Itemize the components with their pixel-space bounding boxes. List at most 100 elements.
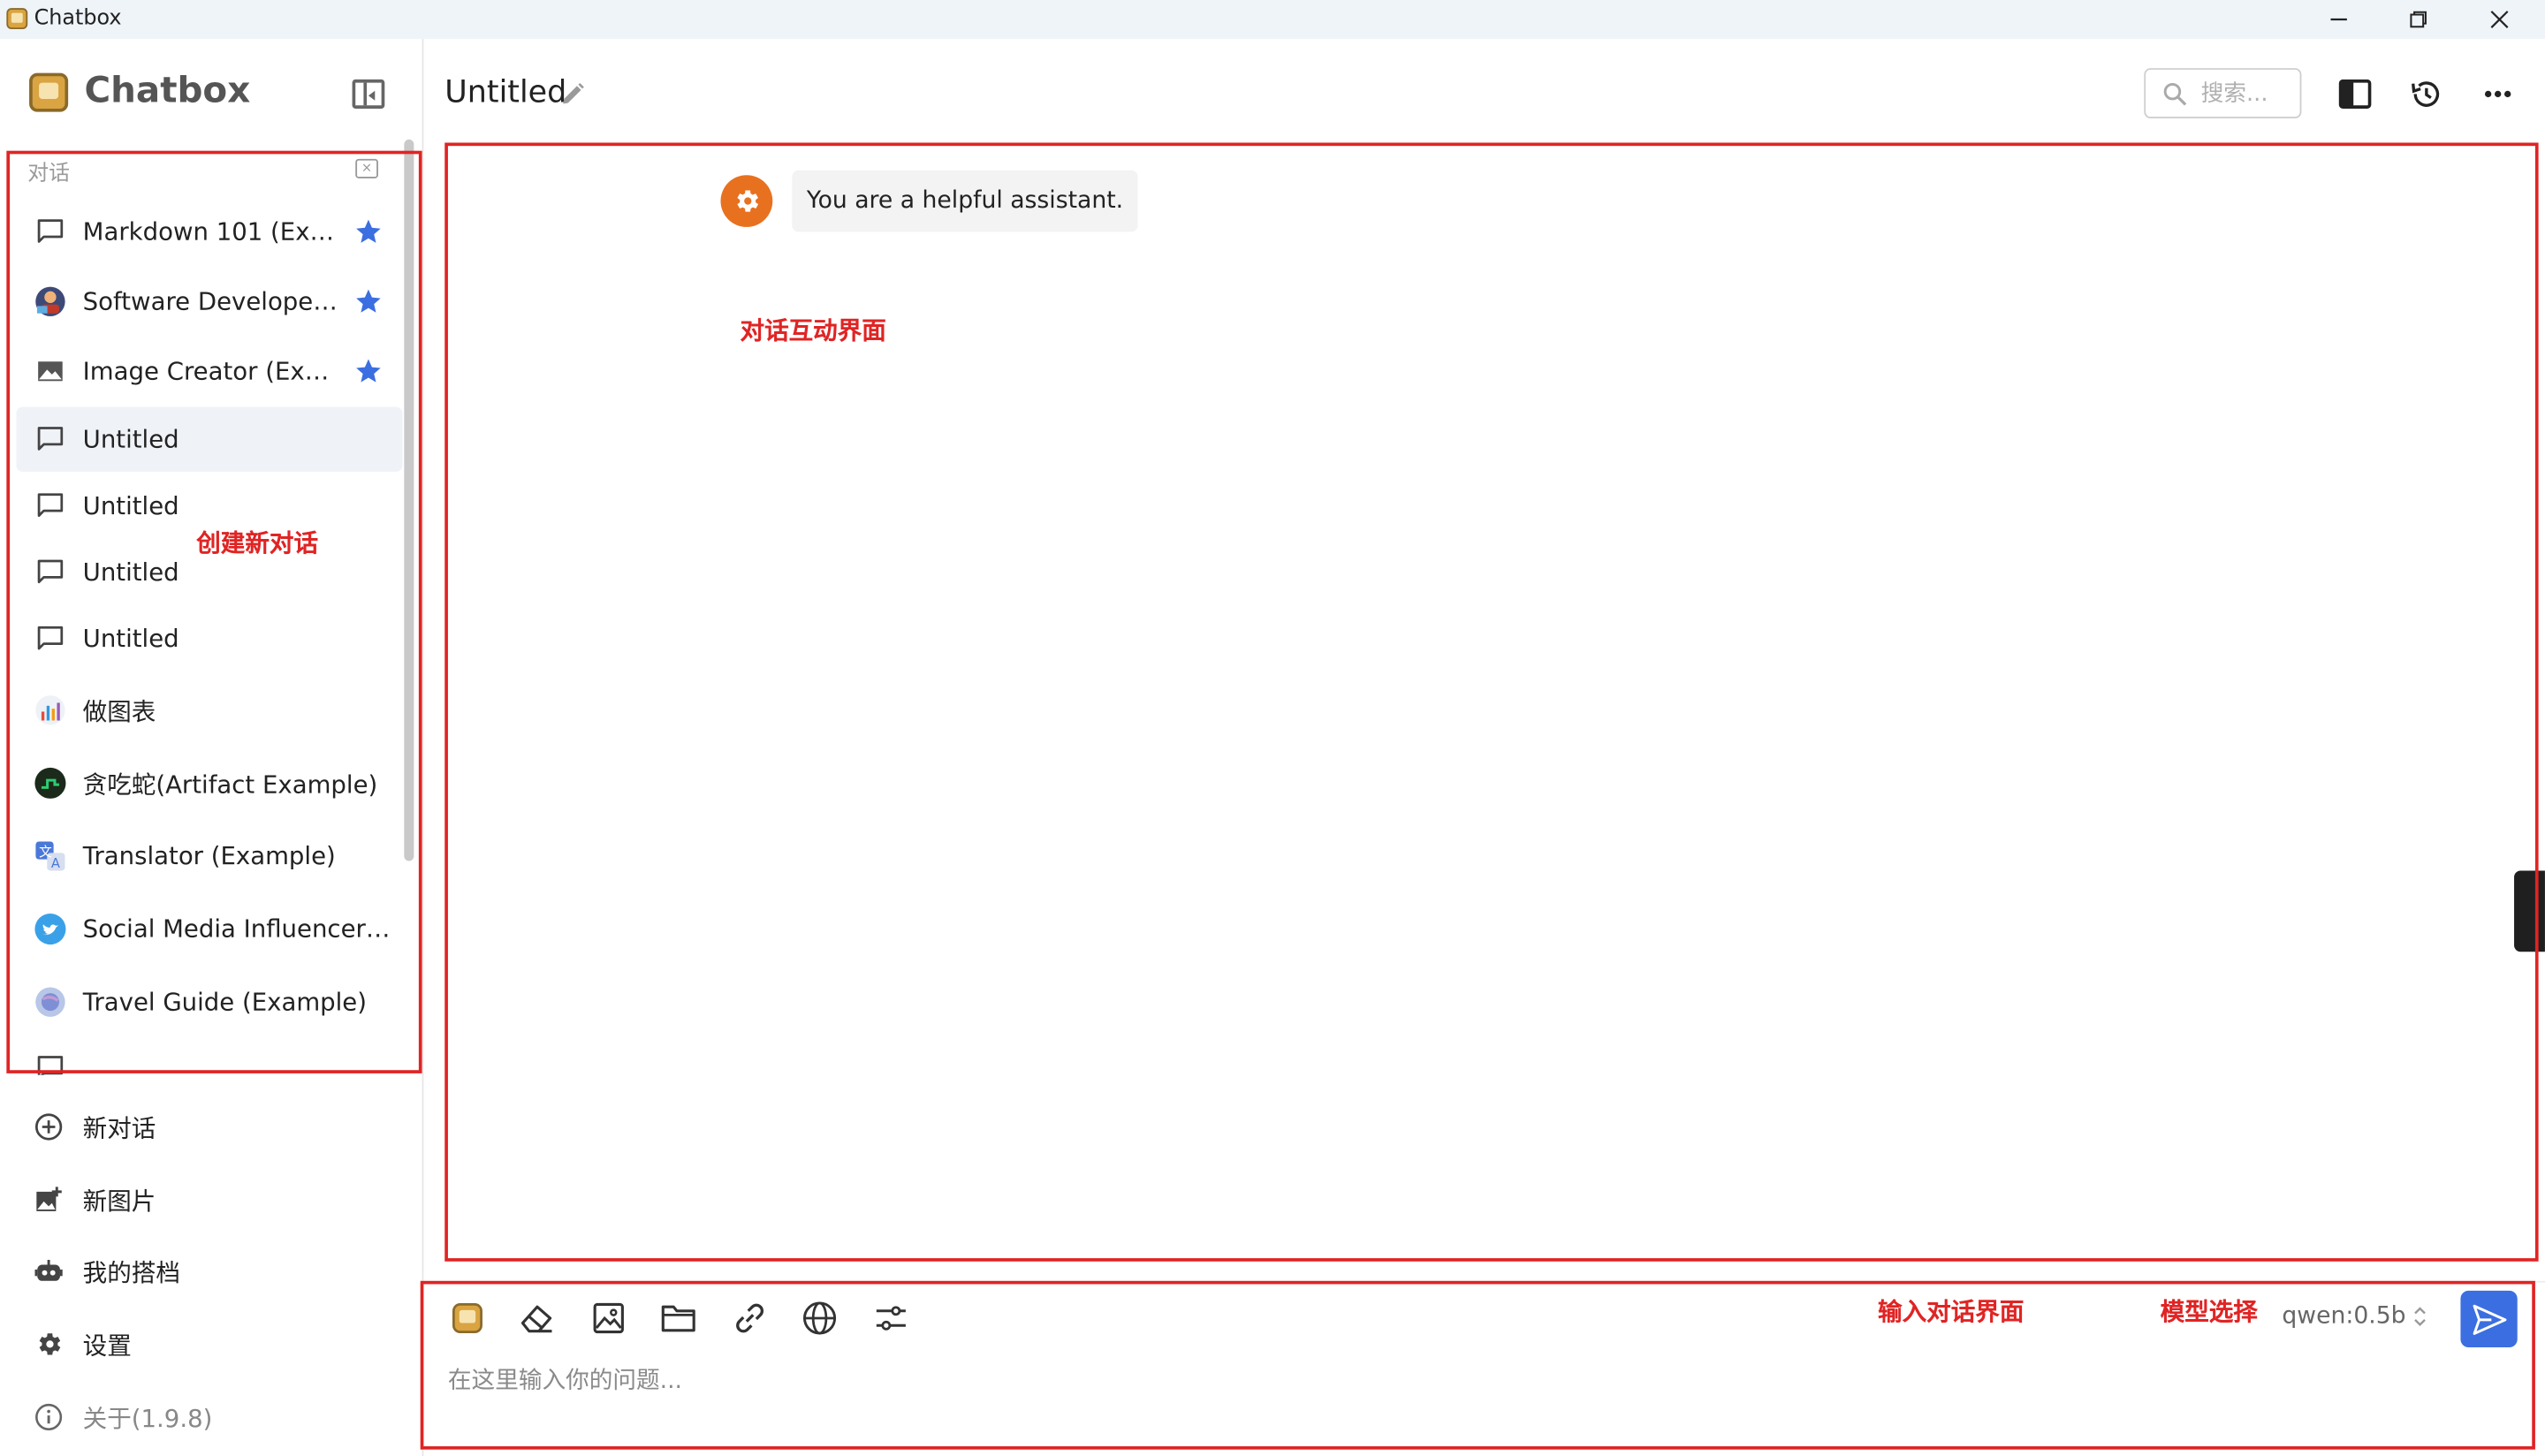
folder-icon	[661, 1305, 695, 1332]
annotation-label-chat-area: 对话互动界面	[740, 315, 886, 345]
image-icon	[593, 1302, 624, 1334]
chat-bubble-icon	[34, 623, 67, 656]
restore-icon	[2410, 11, 2427, 28]
my-copilots-button[interactable]: 我的搭档	[0, 1239, 422, 1303]
info-icon	[33, 1401, 65, 1434]
star-icon[interactable]	[353, 357, 383, 386]
web-browsing-button[interactable]	[799, 1297, 841, 1339]
side-panel-tab[interactable]	[2514, 870, 2545, 952]
sidebar-scrollbar[interactable]	[404, 139, 414, 861]
window-title: Chatbox	[34, 6, 122, 31]
conversation-label: 贪吃蛇(Artifact Example)	[82, 769, 378, 799]
conversation-item-active[interactable]: Untitled	[16, 406, 403, 473]
conversation-item[interactable]: Travel Guide (Example)	[16, 969, 402, 1034]
chat-bubble-icon	[34, 489, 67, 522]
more-options-button[interactable]	[2479, 74, 2518, 113]
chatbox-logo-icon	[29, 72, 69, 111]
sidebar: Chatbox 对话 × Markdown 101 (Example) Soft…	[0, 39, 424, 1456]
attach-image-button[interactable]	[588, 1297, 630, 1339]
chevron-up-down-icon	[2414, 1307, 2427, 1327]
settings-button[interactable]: 设置	[0, 1312, 422, 1376]
model-name: qwen:0.5b	[2282, 1303, 2406, 1330]
clear-conversations-icon[interactable]: ×	[355, 158, 378, 178]
conversation-label: Software Developer (Example)	[82, 286, 341, 316]
chat-bubble-icon	[34, 1052, 67, 1075]
send-button[interactable]	[2460, 1290, 2518, 1348]
image-icon	[34, 355, 67, 388]
new-chat-button[interactable]: 新对话	[0, 1095, 422, 1159]
settings-label: 设置	[82, 1331, 132, 1361]
new-chat-label: 新对话	[82, 1113, 156, 1143]
close-icon	[2490, 11, 2509, 28]
conversation-item[interactable]: 做图表	[16, 678, 402, 742]
my-copilots-label: 我的搭档	[82, 1258, 180, 1288]
conversation-item[interactable]: Social Media Influencer (Example)	[16, 897, 402, 961]
attach-file-button[interactable]	[657, 1297, 700, 1339]
toggle-layout-button[interactable]	[2336, 74, 2374, 113]
about-button[interactable]: 关于(1.9.8)	[0, 1384, 422, 1449]
conversation-label: Translator (Example)	[82, 841, 336, 871]
conversation-item[interactable]: Software Developer (Example)	[16, 269, 402, 334]
close-window-button[interactable]	[2460, 0, 2538, 39]
conversation-label: Social Media Influencer (Example)	[82, 914, 397, 944]
conversation-label: Markdown 101 (Example)	[82, 216, 341, 246]
brand: Chatbox	[29, 72, 250, 112]
globe-avatar-icon	[34, 986, 67, 1019]
system-message[interactable]: You are a helpful assistant.	[792, 170, 1138, 232]
search-icon	[2163, 82, 2187, 106]
restore-button[interactable]	[2380, 0, 2458, 39]
chat-bubble-icon	[34, 423, 67, 456]
eraser-icon	[520, 1305, 552, 1333]
message-input[interactable]	[447, 1360, 2445, 1403]
add-circle-icon	[33, 1111, 65, 1143]
chat-bubble-icon	[34, 556, 67, 588]
conversation-item[interactable]	[16, 1036, 402, 1075]
app-root: Chatbox Chatbox 对话 × Markdown 101 (Examp	[0, 0, 2545, 1456]
split-view-icon	[2338, 79, 2372, 109]
history-button[interactable]	[2407, 74, 2446, 113]
conversation-item[interactable]: 贪吃蛇(Artifact Example)	[16, 751, 402, 815]
chatbox-logo-icon	[452, 1303, 482, 1333]
copilot-button[interactable]	[446, 1297, 489, 1339]
svg-text:文: 文	[39, 845, 52, 860]
minimize-icon	[2330, 18, 2347, 21]
annotation-label-model-select: 模型选择	[2160, 1297, 2258, 1327]
minimize-button[interactable]	[2300, 0, 2378, 39]
chat-bubble-icon	[34, 216, 67, 248]
chat-header: Untitled	[425, 39, 2545, 146]
sliders-icon	[876, 1306, 906, 1331]
annotation-label-input-area: 输入对话界面	[1878, 1297, 2025, 1327]
conversation-item[interactable]: Untitled	[16, 606, 402, 671]
star-icon[interactable]	[353, 217, 383, 246]
conversations-section-label: 对话	[27, 162, 71, 187]
link-icon	[736, 1303, 764, 1333]
conversation-label: Image Creator (Example)	[82, 356, 341, 386]
attach-link-button[interactable]	[729, 1297, 771, 1339]
send-icon	[2472, 1303, 2506, 1335]
conversation-label: 做图表	[82, 696, 156, 726]
search-box[interactable]	[2144, 68, 2302, 118]
conversation-label: Untitled	[82, 491, 179, 521]
snake-game-avatar-icon	[34, 767, 67, 800]
new-image-label: 新图片	[82, 1187, 156, 1217]
chatbox-app-icon	[6, 8, 28, 30]
model-selector[interactable]: qwen:0.5b	[2282, 1304, 2428, 1330]
search-input[interactable]	[2200, 76, 2296, 112]
conversation-list: Markdown 101 (Example) Software Develope…	[16, 200, 403, 1075]
settings-sliders-button[interactable]	[870, 1297, 912, 1339]
translate-avatar-icon: 文A	[34, 840, 67, 873]
edit-pencil-icon[interactable]	[560, 81, 586, 107]
new-image-button[interactable]: 新图片	[0, 1167, 422, 1232]
star-icon[interactable]	[353, 287, 383, 316]
conversation-item[interactable]: Markdown 101 (Example)	[16, 200, 402, 264]
globe-icon	[802, 1301, 837, 1335]
conversation-label: Untitled	[82, 424, 179, 454]
collapse-sidebar-button[interactable]	[352, 79, 385, 109]
clear-context-button[interactable]	[516, 1297, 558, 1339]
developer-avatar-icon	[34, 285, 67, 318]
conversation-label: Untitled	[82, 557, 179, 588]
conversation-item[interactable]: 文A Translator (Example)	[16, 823, 402, 888]
conversation-item[interactable]: Image Creator (Example)	[16, 339, 402, 404]
gear-icon	[33, 1328, 65, 1361]
robot-icon	[33, 1255, 65, 1287]
